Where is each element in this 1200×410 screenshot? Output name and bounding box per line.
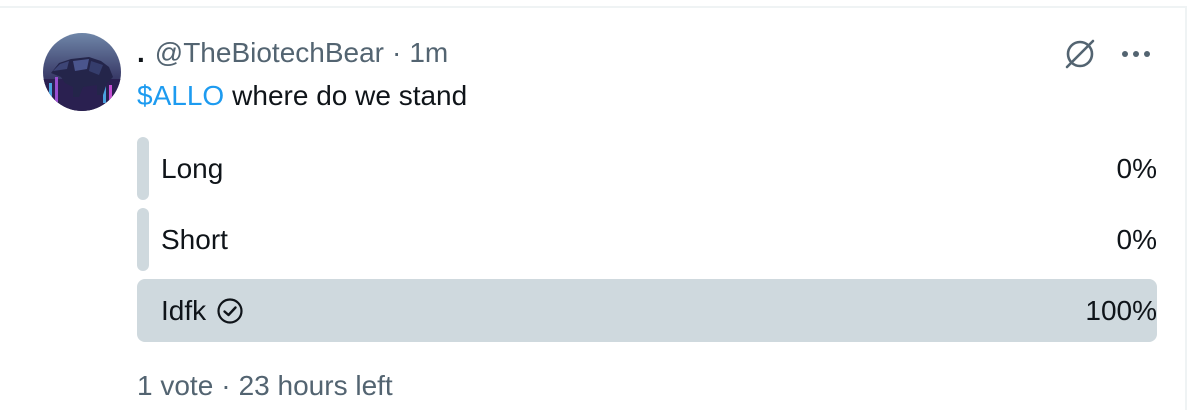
poll-option[interactable]: Long 0%: [137, 137, 1157, 200]
poll-bar: [137, 208, 149, 271]
divider: [1185, 6, 1187, 410]
handle[interactable]: @TheBiotechBear: [155, 37, 384, 69]
poll-option[interactable]: Idfk 100%: [137, 279, 1157, 342]
separator: ·: [392, 37, 402, 68]
separator: ·: [221, 370, 231, 401]
timestamp[interactable]: 1m: [409, 37, 448, 69]
bear-avatar-icon: [43, 33, 121, 111]
poll-option[interactable]: Short 0%: [137, 208, 1157, 271]
check-circle-icon: [216, 297, 244, 325]
poll-option-label: Long: [161, 152, 224, 184]
display-name[interactable]: .: [137, 37, 145, 69]
more-icon[interactable]: [1116, 34, 1156, 74]
header-actions: [1060, 34, 1156, 74]
poll-option-percent: 0%: [1116, 152, 1157, 184]
divider: [0, 6, 1185, 8]
poll-option-percent: 0%: [1116, 223, 1157, 255]
poll-option-percent: 100%: [1085, 294, 1157, 326]
poll-meta: 1 vote · 23 hours left: [137, 366, 393, 406]
poll-bar: [137, 137, 149, 200]
tweet-text: $ALLO where do we stand: [137, 76, 467, 116]
poll: Long 0% Short 0% Idfk 100%: [137, 137, 1157, 350]
poll-option-label: Short: [161, 223, 228, 255]
tweet-header: . @TheBiotechBear · 1m: [137, 33, 448, 73]
time-left: 23 hours left: [238, 370, 393, 401]
poll-option-text: Idfk: [161, 294, 207, 326]
tweet-body: where do we stand: [232, 80, 468, 111]
tweet-card[interactable]: . @TheBiotechBear · 1m $ALLO where do we…: [0, 0, 1200, 410]
avatar[interactable]: [43, 33, 121, 111]
poll-bar: [137, 279, 1157, 342]
poll-option-label: Idfk: [161, 279, 244, 342]
vote-count: 1 vote: [137, 370, 214, 401]
grok-icon[interactable]: [1060, 34, 1100, 74]
cashtag-link[interactable]: $ALLO: [137, 80, 224, 112]
